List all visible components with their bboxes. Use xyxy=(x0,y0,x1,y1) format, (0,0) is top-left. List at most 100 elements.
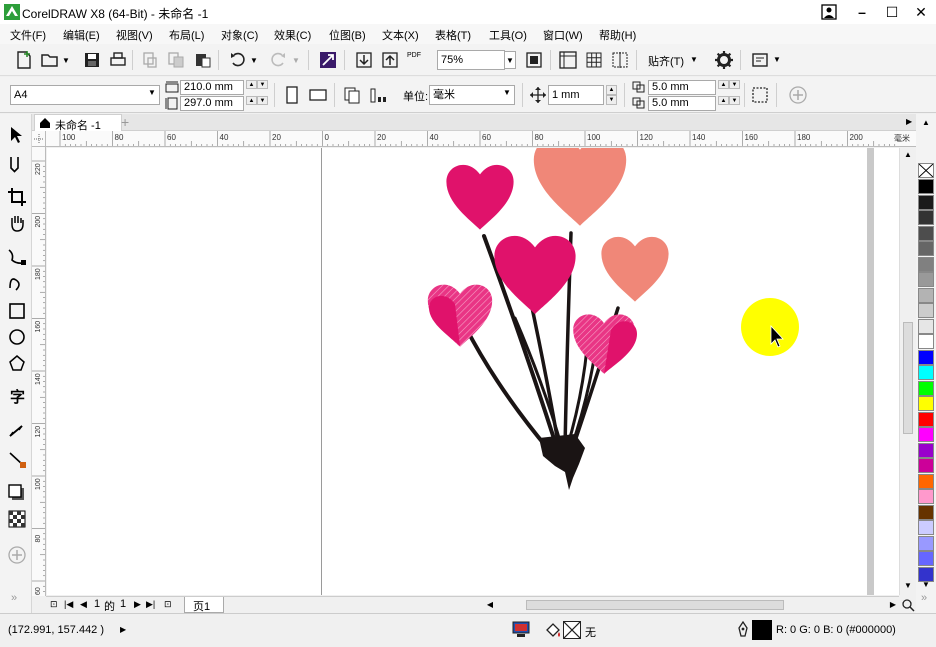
units-dropdown-icon[interactable]: ▼ xyxy=(503,88,511,97)
page-tab[interactable]: 页1 xyxy=(184,597,224,613)
pick-tool-icon[interactable] xyxy=(6,124,28,146)
palette-scroll-down-icon[interactable]: ▼ xyxy=(922,580,930,589)
artistic-media-tool-icon[interactable] xyxy=(6,272,28,294)
color-swatch[interactable] xyxy=(918,225,934,241)
duplicate-y-field[interactable]: 5.0 mm xyxy=(648,96,716,111)
publish-pdf-button[interactable]: PDF xyxy=(407,52,421,60)
dup-y-spin-down[interactable]: ▼ xyxy=(729,96,740,105)
show-grid-icon[interactable] xyxy=(584,50,604,70)
scroll-right-icon[interactable]: ▶ xyxy=(888,598,898,612)
minimize-button[interactable]: – xyxy=(848,2,876,22)
nudge-distance-field[interactable]: 1 mm xyxy=(548,85,604,105)
add-tool-icon[interactable] xyxy=(6,544,28,566)
menu-view[interactable]: 视图(V) xyxy=(116,27,153,43)
pan-hand-tool-icon[interactable] xyxy=(6,212,28,234)
color-swatch[interactable] xyxy=(918,179,934,194)
dup-x-spin-up[interactable]: ▲ xyxy=(718,80,729,89)
vertical-scroll-thumb[interactable] xyxy=(903,322,913,434)
show-guidelines-icon[interactable] xyxy=(610,50,630,70)
scroll-left-icon[interactable]: ◀ xyxy=(484,598,496,612)
menu-bitmap[interactable]: 位图(B) xyxy=(329,27,366,43)
color-swatch[interactable] xyxy=(918,442,934,458)
undo-dropdown-icon[interactable]: ▼ xyxy=(250,56,258,65)
color-swatch[interactable] xyxy=(918,287,934,303)
color-swatch[interactable] xyxy=(918,489,934,504)
add-page-before-icon[interactable]: ⊡ xyxy=(50,599,58,610)
color-swatch[interactable] xyxy=(918,535,934,551)
rectangle-tool-icon[interactable] xyxy=(6,300,28,322)
ellipse-tool-icon[interactable] xyxy=(6,326,28,348)
menu-layout[interactable]: 布局(L) xyxy=(169,27,204,43)
close-button[interactable]: ✕ xyxy=(907,2,935,22)
nudge-spin-down[interactable]: ▼ xyxy=(606,95,617,105)
launcher-dropdown-icon[interactable]: ▼ xyxy=(773,55,781,64)
export-icon[interactable] xyxy=(380,50,400,70)
ruler-origin[interactable] xyxy=(32,131,46,147)
page-width-field[interactable]: 210.0 mm xyxy=(180,80,244,95)
application-launcher-icon[interactable] xyxy=(750,50,770,70)
outline-pen-icon[interactable] xyxy=(736,621,750,639)
paste-icon[interactable] xyxy=(193,50,213,70)
freehand-tool-icon[interactable] xyxy=(6,246,28,268)
new-document-icon[interactable] xyxy=(14,50,34,70)
dup-y-spin-up[interactable]: ▲ xyxy=(718,96,729,105)
width-spin-down[interactable]: ▼ xyxy=(257,80,268,89)
portrait-orientation-icon[interactable] xyxy=(282,85,302,105)
last-page-icon[interactable]: ▶| xyxy=(146,599,155,610)
text-tool-icon[interactable]: 字 xyxy=(10,386,25,407)
toolbox-expand-icon[interactable]: » xyxy=(11,592,17,604)
menu-effects[interactable]: 效果(C) xyxy=(274,27,311,43)
full-screen-preview-icon[interactable] xyxy=(524,50,544,70)
zoom-level-field[interactable]: 75% xyxy=(437,50,505,70)
snap-to-button[interactable]: 贴齐(T) xyxy=(648,53,684,69)
color-swatch[interactable] xyxy=(918,194,934,210)
heart-balloon[interactable] xyxy=(446,164,514,230)
next-page-icon[interactable]: ▶ xyxy=(134,599,141,610)
copy-icon[interactable] xyxy=(166,50,186,70)
horizontal-ruler[interactable]: 100 80 60 40 20 0 20 40 60 80 100 120 140 160 180 200 毫… xyxy=(46,131,916,147)
heart-balloons-artwork[interactable] xyxy=(47,148,899,595)
page-size-dropdown-icon[interactable]: ▼ xyxy=(148,88,156,97)
maximize-button[interactable]: ☐ xyxy=(878,2,906,22)
vertical-ruler[interactable]: 220 200 180 160 140 120 100 80 60 xyxy=(32,147,46,596)
parallel-dimension-tool-icon[interactable] xyxy=(6,420,28,442)
color-swatch[interactable] xyxy=(918,365,934,380)
user-account-icon[interactable] xyxy=(821,4,837,20)
menu-object[interactable]: 对象(C) xyxy=(221,27,258,43)
height-spin-down[interactable]: ▼ xyxy=(257,96,268,105)
import-icon[interactable] xyxy=(354,50,374,70)
color-swatch[interactable] xyxy=(918,551,934,566)
landscape-orientation-icon[interactable] xyxy=(308,85,328,105)
menu-text[interactable]: 文本(X) xyxy=(382,27,419,43)
color-swatch[interactable] xyxy=(918,256,934,272)
menu-table[interactable]: 表格(T) xyxy=(435,27,471,43)
color-swatch[interactable] xyxy=(918,473,934,489)
menu-help[interactable]: 帮助(H) xyxy=(599,27,636,43)
color-swatch[interactable] xyxy=(918,241,934,256)
open-folder-icon[interactable] xyxy=(40,50,60,70)
options-gear-icon[interactable] xyxy=(714,50,734,70)
cut-icon[interactable] xyxy=(140,50,160,70)
page-border-icon[interactable] xyxy=(750,85,770,105)
document-tab[interactable]: 未命名 -1 xyxy=(34,114,122,132)
color-swatch[interactable] xyxy=(918,210,934,225)
scroll-down-icon[interactable]: ▼ xyxy=(904,581,912,590)
redo-dropdown-icon[interactable]: ▼ xyxy=(292,56,300,65)
menu-edit[interactable]: 编辑(E) xyxy=(63,27,100,43)
color-swatch[interactable] xyxy=(918,458,934,473)
color-swatch[interactable] xyxy=(918,396,934,411)
width-spin-up[interactable]: ▲ xyxy=(246,80,257,89)
color-swatch[interactable] xyxy=(918,272,934,287)
color-swatch[interactable] xyxy=(918,334,934,349)
heart-balloon[interactable] xyxy=(601,236,669,302)
undo-icon[interactable] xyxy=(228,50,248,70)
open-dropdown-icon[interactable]: ▼ xyxy=(62,56,70,65)
first-page-icon[interactable]: |◀ xyxy=(64,599,73,610)
status-menu-arrow-icon[interactable]: ▶ xyxy=(120,625,126,634)
search-content-icon[interactable] xyxy=(318,50,338,70)
palette-scroll-up-icon[interactable]: ▲ xyxy=(922,118,930,127)
scroll-up-icon[interactable]: ▲ xyxy=(904,150,912,159)
drop-shadow-tool-icon[interactable] xyxy=(6,482,28,504)
add-page-after-icon[interactable]: ⊡ xyxy=(164,599,172,610)
color-swatch[interactable] xyxy=(918,427,934,442)
